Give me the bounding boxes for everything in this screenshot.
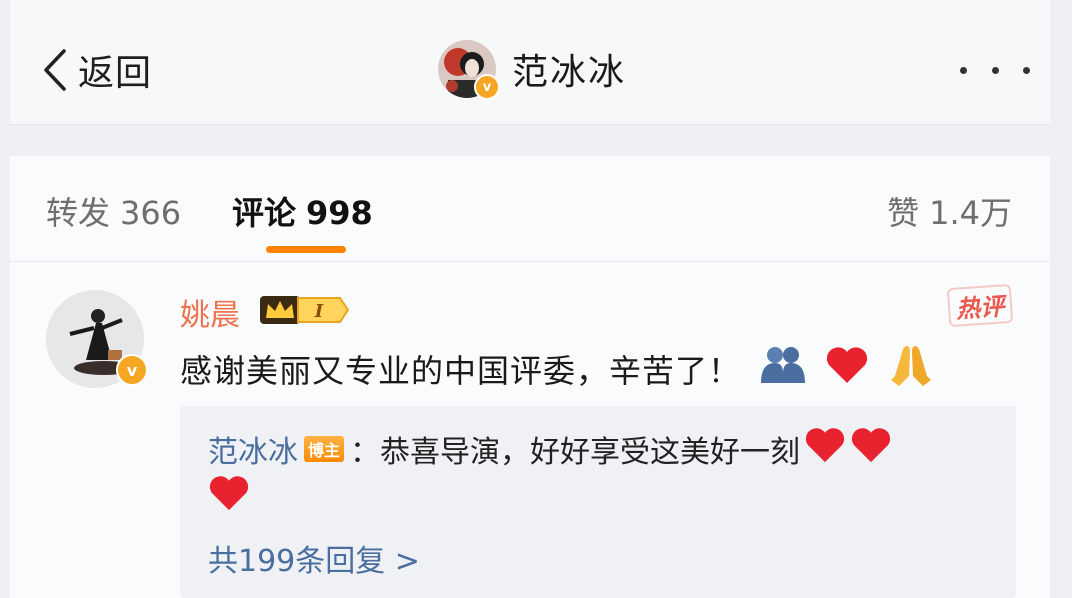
reply-line: 范冰冰 博主 ：恭喜导演，好好享受这美好一刻 <box>208 426 892 472</box>
reply-preview[interactable]: 范冰冰 博主 ：恭喜导演，好好享受这美好一刻 共199条回复 > <box>180 406 1016 598</box>
hug-icon <box>759 343 807 395</box>
pray-icon <box>887 342 935 396</box>
tab-comment-label: 评论 <box>232 194 297 232</box>
tab-repost-count: 366 <box>120 194 182 232</box>
author-tag-badge: 博主 <box>304 436 345 462</box>
comment-author[interactable]: 姚晨 <box>180 290 240 334</box>
tab-likes-count: 1.4万 <box>929 194 1012 232</box>
dot <box>991 66 999 74</box>
level-badge-text: I <box>314 301 324 322</box>
active-tab-indicator <box>266 246 346 253</box>
page-title: 范冰冰 <box>512 52 627 93</box>
reply-text: ：恭喜导演，好好享受这美好一刻 <box>350 435 801 470</box>
red-heart-icon <box>850 426 892 472</box>
chevron-left-icon <box>44 49 66 91</box>
more-options-icon[interactable] <box>960 58 1030 82</box>
tab-repost[interactable]: 转发 366 <box>46 188 181 234</box>
tab-comment-count: 998 <box>306 194 373 232</box>
reply-author[interactable]: 范冰冰 <box>208 427 298 471</box>
tab-bar: 转发 366 评论 998 赞 1.4万 <box>10 156 1050 262</box>
reply-line-2 <box>208 474 250 516</box>
red-heart-icon <box>825 345 869 393</box>
comment-avatar[interactable]: v <box>46 290 148 388</box>
member-level-badge-icon: I <box>260 296 350 324</box>
hot-comment-badge: 热评 <box>946 283 1014 328</box>
comment-item: v 姚晨 I 热评 感谢美丽又专业的中国评委，辛苦了！ 范冰冰 博主 ：恭喜导演… <box>10 262 1050 598</box>
tab-repost-label: 转发 <box>46 194 111 232</box>
view-more-replies-link[interactable]: 共199条回复 > <box>208 536 420 580</box>
tab-likes[interactable]: 赞 1.4万 <box>887 188 1012 234</box>
verified-badge-icon: v <box>474 74 500 100</box>
red-heart-icon <box>208 476 250 516</box>
comment-text: 感谢美丽又专业的中国评委，辛苦了！ <box>180 342 935 396</box>
back-label: 返回 <box>78 53 153 94</box>
dot <box>960 66 967 74</box>
profile-title[interactable]: v 范冰冰 <box>438 40 627 100</box>
verified-badge-icon: v <box>116 354 148 386</box>
tab-comment[interactable]: 评论 998 <box>232 188 373 234</box>
dot <box>1023 66 1030 74</box>
comment-body: 感谢美丽又专业的中国评委，辛苦了！ <box>180 352 742 390</box>
top-nav-bar: 返回 v 范冰冰 <box>10 0 1050 125</box>
back-button[interactable]: 返回 <box>40 42 152 98</box>
red-heart-icon <box>804 426 846 472</box>
avatar[interactable]: v <box>438 40 500 100</box>
tab-likes-label: 赞 <box>887 194 920 232</box>
